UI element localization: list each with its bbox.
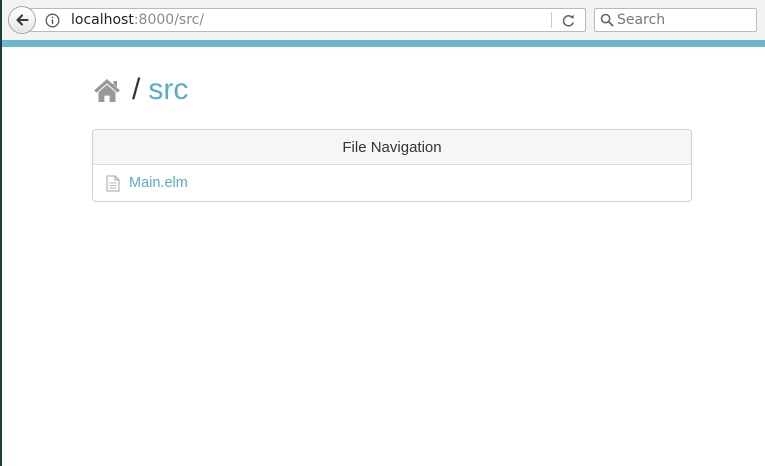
back-arrow-icon: [16, 14, 29, 26]
url-path: :8000/src/: [133, 12, 205, 28]
url-divider: [551, 12, 552, 28]
file-link[interactable]: Main.elm: [129, 175, 188, 191]
info-icon[interactable]: [45, 13, 60, 28]
file-list-item[interactable]: Main.elm: [93, 165, 691, 201]
url-text[interactable]: localhost:8000/src/: [71, 12, 204, 28]
page-accent-bar: [2, 40, 765, 47]
home-icon[interactable]: [92, 77, 122, 103]
breadcrumb-separator: /: [132, 73, 141, 106]
address-bar[interactable]: localhost:8000/src/: [26, 8, 586, 32]
search-icon: [600, 13, 614, 27]
back-button[interactable]: [8, 6, 36, 34]
browser-window: localhost:8000/src/ /: [0, 0, 765, 466]
file-navigation-panel: File Navigation Main.elm: [92, 129, 692, 202]
search-box[interactable]: [594, 8, 757, 32]
browser-toolbar: localhost:8000/src/: [2, 0, 765, 40]
breadcrumb-current-dir[interactable]: src: [148, 70, 188, 110]
panel-title: File Navigation: [93, 130, 691, 165]
file-icon: [106, 175, 120, 191]
url-host: localhost: [71, 12, 134, 28]
search-input[interactable]: [617, 10, 751, 30]
reload-icon[interactable]: [561, 13, 576, 28]
breadcrumb: / src: [92, 70, 188, 110]
